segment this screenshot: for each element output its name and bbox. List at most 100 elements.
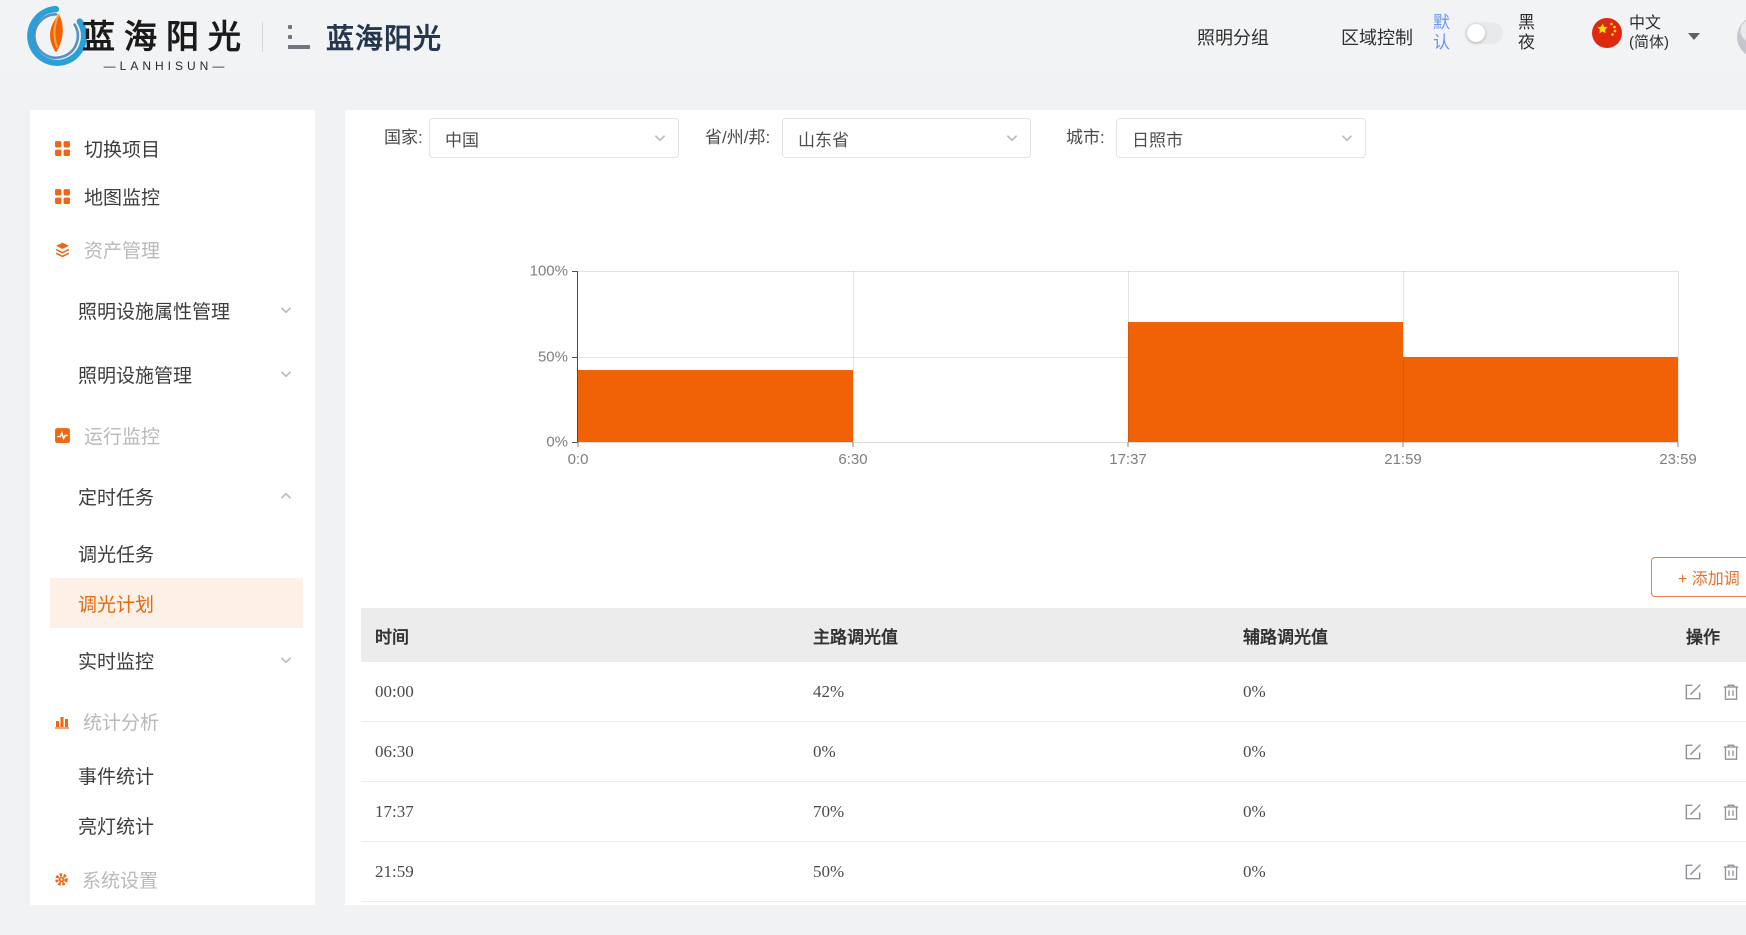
- chevron-down-icon: [1340, 131, 1354, 145]
- y-tick-label: 50%: [538, 348, 568, 365]
- sidebar-item-照明设施属性管理[interactable]: 照明设施属性管理: [30, 278, 315, 342]
- v-gridline: [1678, 271, 1679, 442]
- x-tick-label: 6:30: [838, 451, 867, 468]
- sidebar-item-label: 定时任务: [78, 483, 154, 510]
- table-row: 21:5950%0%: [361, 842, 1746, 902]
- table-header-row: 时间主路调光值辅路调光值操作: [361, 608, 1746, 662]
- edit-icon[interactable]: [1683, 802, 1703, 822]
- delete-icon[interactable]: [1721, 862, 1741, 882]
- sidebar-item-照明设施管理[interactable]: 照明设施管理: [30, 342, 315, 406]
- brand-tagline: —LANHISUN—: [78, 59, 254, 73]
- sidebar-item-切换项目[interactable]: 切换项目: [30, 124, 315, 172]
- sidebar-item-调光任务[interactable]: 调光任务: [30, 528, 315, 578]
- x-tick: [853, 442, 854, 447]
- sidebar-item-label: 调光计划: [78, 590, 154, 617]
- nav-area-control[interactable]: 区域控制: [1341, 24, 1413, 50]
- row-actions: [1596, 862, 1746, 882]
- x-tick: [1678, 442, 1679, 447]
- sidebar-item-地图监控[interactable]: 地图监控: [30, 172, 315, 220]
- table-header-cell: 辅路调光值: [1243, 623, 1596, 648]
- city-select[interactable]: 日照市: [1116, 118, 1366, 158]
- theme-default-label[interactable]: 默认: [1432, 13, 1451, 53]
- province-label: 省/州/邦:: [705, 118, 770, 158]
- app-title: 蓝海阳光: [326, 17, 442, 57]
- table-cell-time: 21:59: [375, 862, 813, 882]
- y-tick-label: 100%: [530, 263, 568, 280]
- sidebar-item-label: 统计分析: [83, 708, 159, 735]
- theme-toggle-switch[interactable]: [1465, 22, 1503, 44]
- delete-icon[interactable]: [1721, 682, 1741, 702]
- layers-icon: [54, 241, 71, 258]
- add-dimming-plan-button[interactable]: + 添加调: [1651, 557, 1746, 597]
- chevron-up-icon: [279, 489, 293, 503]
- sidebar-item-实时监控[interactable]: 实时监控: [30, 628, 315, 692]
- chevron-down-icon: [279, 367, 293, 381]
- delete-icon[interactable]: [1721, 742, 1741, 762]
- dimming-schedule-chart: 100%50%0%0:06:3017:3721:5923:59: [577, 271, 1678, 443]
- chart-icon: [54, 713, 70, 729]
- delete-icon[interactable]: [1721, 802, 1741, 822]
- table-cell-aux: 0%: [1243, 682, 1596, 702]
- x-tick-label: 23:59: [1659, 451, 1697, 468]
- sidebar-item-调光计划[interactable]: 调光计划: [50, 578, 303, 628]
- sidebar-item-系统设置[interactable]: 系统设置: [30, 850, 315, 908]
- chevron-down-icon: [279, 303, 293, 317]
- edit-icon[interactable]: [1683, 862, 1703, 882]
- table-header-cell: 主路调光值: [813, 623, 1243, 648]
- table-cell-main: 0%: [813, 742, 1243, 762]
- dimming-plan-table: 时间主路调光值辅路调光值操作 00:0042%0%06:300%0%17:377…: [361, 608, 1746, 902]
- sidebar-item-label: 亮灯统计: [78, 812, 154, 839]
- sidebar-item-资产管理[interactable]: 资产管理: [30, 220, 315, 278]
- chart-bar: [578, 370, 853, 442]
- x-tick: [1128, 442, 1129, 447]
- theme-toggle-group: 默认 黑夜: [1432, 13, 1536, 53]
- city-label: 城市:: [1066, 118, 1105, 158]
- province-select[interactable]: 山东省: [782, 118, 1031, 158]
- sidebar-item-label: 调光任务: [78, 540, 154, 567]
- brand-name: 蓝海阳光: [78, 10, 254, 58]
- sidebar-item-亮灯统计[interactable]: 亮灯统计: [30, 800, 315, 850]
- x-tick-label: 21:59: [1384, 451, 1422, 468]
- v-gridline: [1403, 271, 1404, 442]
- x-tick: [578, 442, 579, 447]
- table-cell-main: 70%: [813, 802, 1243, 822]
- table-row: 06:300%0%: [361, 722, 1746, 782]
- table-cell-time: 06:30: [375, 742, 813, 762]
- chevron-down-icon: [279, 653, 293, 667]
- city-value: 日照市: [1132, 126, 1183, 151]
- row-actions: [1596, 742, 1746, 762]
- sidebar-item-事件统计[interactable]: 事件统计: [30, 750, 315, 800]
- sidebar-item-label: 切换项目: [84, 135, 160, 162]
- menu-collapse-icon[interactable]: [288, 25, 320, 49]
- chart-bar: [1403, 357, 1678, 443]
- sidebar-item-label: 系统设置: [82, 866, 158, 893]
- monitor-icon: [54, 427, 71, 444]
- grid-icon: [54, 188, 71, 205]
- brand-logo: 蓝海阳光 —LANHISUN—: [78, 10, 254, 73]
- country-label: 国家:: [384, 118, 423, 158]
- row-actions: [1596, 682, 1746, 702]
- chart-plot: 100%50%0%0:06:3017:3721:5923:59: [577, 271, 1678, 443]
- country-value: 中国: [445, 126, 479, 151]
- x-tick: [1403, 442, 1404, 447]
- country-select[interactable]: 中国: [429, 118, 679, 158]
- table-cell-aux: 0%: [1243, 742, 1596, 762]
- sidebar-item-定时任务[interactable]: 定时任务: [30, 464, 315, 528]
- nav-lighting-group[interactable]: 照明分组: [1197, 24, 1269, 50]
- language-selector[interactable]: 中文 (简体): [1592, 14, 1700, 52]
- table-cell-aux: 0%: [1243, 862, 1596, 882]
- avatar[interactable]: [1737, 16, 1746, 58]
- sidebar-item-label: 事件统计: [78, 762, 154, 789]
- edit-icon[interactable]: [1683, 742, 1703, 762]
- theme-night-label[interactable]: 黑夜: [1517, 13, 1536, 53]
- table-cell-aux: 0%: [1243, 802, 1596, 822]
- sidebar-item-统计分析[interactable]: 统计分析: [30, 692, 315, 750]
- main-panel: 国家: 中国 省/州/邦: 山东省 城市: 日照市 100%50%0%0:06:…: [345, 110, 1746, 905]
- sidebar-item-label: 照明设施管理: [78, 361, 192, 388]
- toggle-knob: [1467, 24, 1485, 42]
- edit-icon[interactable]: [1683, 682, 1703, 702]
- sidebar-item-label: 地图监控: [84, 183, 160, 210]
- table-cell-main: 50%: [813, 862, 1243, 882]
- sidebar-item-运行监控[interactable]: 运行监控: [30, 406, 315, 464]
- table-header-cell: 操作: [1686, 623, 1746, 648]
